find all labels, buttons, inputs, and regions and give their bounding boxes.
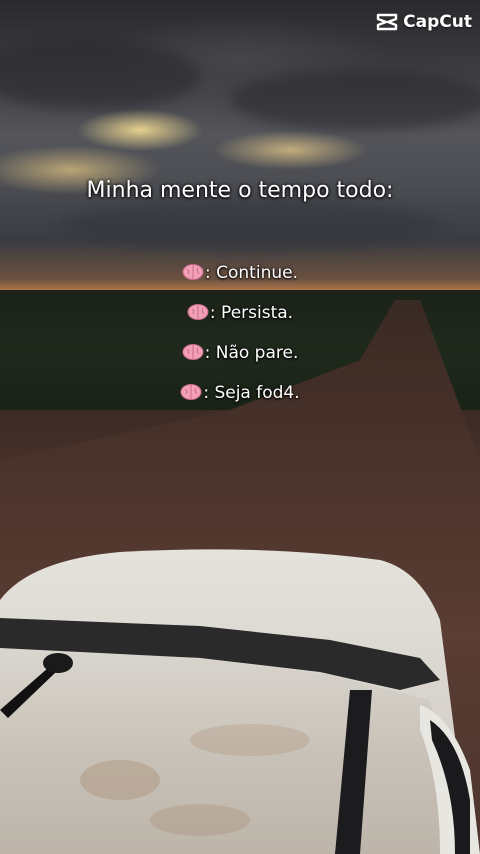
headline-caption: Minha mente o tempo todo: — [86, 178, 394, 203]
brain-emoji-icon — [182, 264, 204, 280]
caption-line-text: : Não pare. — [204, 343, 299, 363]
cloud — [60, 200, 440, 250]
caption-line-text: : Persista. — [209, 303, 294, 323]
caption-line-text: : Continue. — [205, 263, 298, 283]
brain-emoji-icon — [187, 304, 209, 320]
caption-line-text: : Seja fod4. — [203, 383, 300, 403]
car-hood — [0, 549, 480, 854]
capcut-label: CapCut — [403, 12, 472, 32]
capcut-logo-icon — [376, 13, 398, 31]
caption-line-1: : Continue. — [0, 263, 480, 283]
caption-line-3: : Não pare. — [0, 343, 480, 363]
cloud — [230, 70, 480, 130]
brain-emoji-icon — [180, 384, 202, 400]
video-frame: CapCut Minha mente o tempo todo: : Conti… — [0, 0, 480, 854]
caption-line-4: : Seja fod4. — [0, 383, 480, 403]
capcut-watermark: CapCut — [376, 12, 472, 32]
brain-emoji-icon — [182, 344, 204, 360]
caption-line-2: : Persista. — [0, 303, 480, 323]
